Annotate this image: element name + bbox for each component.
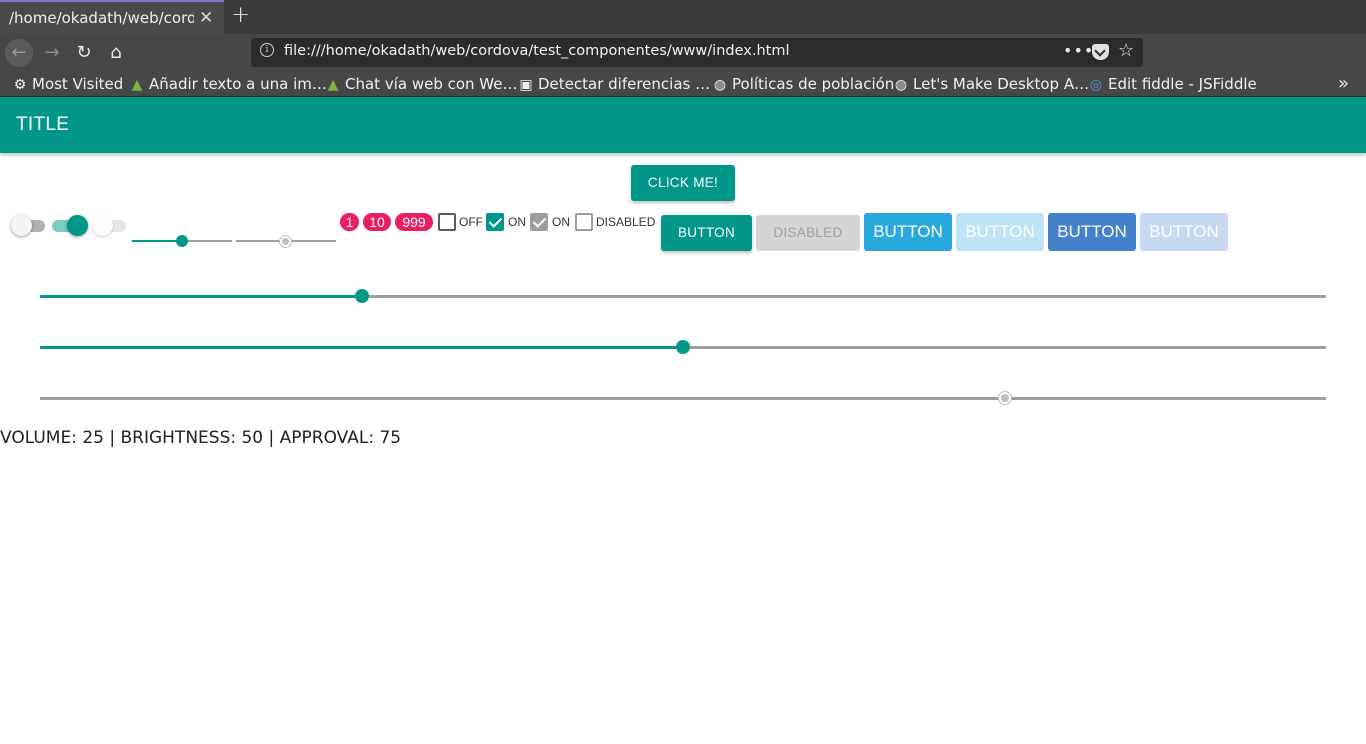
checkbox-label: OFF bbox=[459, 215, 483, 229]
bookmarks-overflow-icon[interactable]: » bbox=[1338, 73, 1349, 94]
globe-icon: ◍ bbox=[894, 77, 908, 93]
teal-button[interactable]: BUTTON bbox=[661, 215, 752, 251]
count-badge: 10 bbox=[363, 213, 391, 231]
forward-icon[interactable]: → bbox=[38, 39, 66, 67]
blue-button[interactable]: BUTTON bbox=[864, 213, 952, 251]
slider-thumb[interactable] bbox=[176, 235, 188, 247]
tab-strip: /home/okadath/web/cordova/test_component… bbox=[0, 0, 1366, 34]
bookmark-item[interactable]: ◍ Let's Make Desktop A… bbox=[893, 75, 1089, 93]
page-title: TITLE bbox=[16, 114, 70, 135]
mini-slider-disabled bbox=[236, 235, 336, 247]
checkbox-off[interactable] bbox=[438, 213, 456, 231]
toggle-switch-on[interactable] bbox=[52, 215, 88, 236]
bookmark-item[interactable]: ◎ Edit fiddle - JSFiddle bbox=[1088, 75, 1257, 93]
checkbox-label: ON bbox=[552, 215, 570, 229]
back-icon[interactable]: ← bbox=[5, 39, 33, 67]
bookmarks-toolbar: ⚙ Most Visited ▲ Añadir texto a una im… ▲ C… bbox=[0, 72, 1366, 97]
site-info-icon[interactable]: i bbox=[260, 43, 274, 57]
reload-icon[interactable]: ↻ bbox=[70, 39, 98, 67]
checkbox-on[interactable] bbox=[486, 213, 504, 231]
dark-blue-button[interactable]: BUTTON bbox=[1048, 213, 1136, 251]
bookmark-item[interactable]: ▲ Chat vía web con We… bbox=[325, 75, 518, 93]
bookmark-item[interactable]: ▣ Detectar diferencias … bbox=[518, 75, 710, 93]
home-icon[interactable]: ⌂ bbox=[102, 39, 130, 67]
blue-button-disabled: BUTTON bbox=[956, 213, 1044, 251]
site-favicon-icon: ▣ bbox=[519, 77, 533, 93]
values-readout: VOLUME: 25 | BRIGHTNESS: 50 | APPROVAL: … bbox=[0, 428, 402, 448]
count-badge: 999 bbox=[395, 213, 433, 231]
disabled-button: DISABLED bbox=[756, 215, 860, 251]
toggle-switch-disabled bbox=[92, 215, 128, 236]
bookmark-most-visited[interactable]: ⚙ Most Visited bbox=[12, 75, 124, 93]
pocket-icon[interactable] bbox=[1092, 44, 1109, 60]
lizard-icon: ▲ bbox=[131, 77, 143, 93]
slider-thumb bbox=[998, 392, 1011, 404]
volume-slider[interactable] bbox=[40, 289, 1326, 303]
globe-icon: ◍ bbox=[713, 77, 727, 93]
count-badge: 1 bbox=[340, 213, 359, 231]
address-bar[interactable]: i file:///home/okadath/web/cordova/test_… bbox=[251, 38, 1143, 67]
slider-thumb[interactable] bbox=[354, 289, 369, 303]
active-tab[interactable]: /home/okadath/web/cordova/test_component… bbox=[0, 0, 224, 34]
bookmark-item[interactable]: ▲ Añadir texto a una im… bbox=[129, 75, 327, 93]
checkbox-on-disabled bbox=[530, 213, 548, 231]
toggle-switch-off[interactable] bbox=[11, 215, 47, 236]
bookmark-item[interactable]: ◍ Políticas de población bbox=[712, 75, 894, 93]
bookmark-star-icon[interactable]: ☆ bbox=[1118, 40, 1134, 61]
checkbox-label: DISABLED bbox=[596, 215, 656, 229]
approval-slider-disabled bbox=[40, 392, 1326, 404]
close-tab-icon[interactable]: ✕ bbox=[199, 8, 213, 28]
page-actions-icon[interactable]: ••• bbox=[1063, 41, 1094, 60]
mini-slider[interactable] bbox=[132, 235, 232, 247]
tab-title: /home/okadath/web/cordova/test_component… bbox=[9, 9, 194, 27]
slider-thumb bbox=[280, 235, 291, 247]
click-me-button[interactable]: CLICK ME! bbox=[631, 165, 735, 201]
app-toolbar: TITLE bbox=[0, 97, 1366, 153]
navigation-toolbar: ← → ↻ ⌂ i file:///home/okadath/web/cordo… bbox=[0, 34, 1366, 98]
new-tab-icon[interactable]: + bbox=[231, 2, 250, 28]
lizard-icon: ▲ bbox=[327, 77, 339, 93]
dark-blue-button-disabled: BUTTON bbox=[1140, 213, 1228, 251]
jsfiddle-icon: ◎ bbox=[1089, 77, 1103, 93]
checkbox-disabled bbox=[575, 213, 593, 231]
slider-thumb[interactable] bbox=[676, 340, 690, 354]
url-text[interactable]: file:///home/okadath/web/cordova/test_co… bbox=[284, 43, 789, 59]
gear-icon: ⚙ bbox=[13, 77, 27, 93]
checkbox-label: ON bbox=[508, 215, 526, 229]
brightness-slider[interactable] bbox=[40, 340, 1326, 354]
